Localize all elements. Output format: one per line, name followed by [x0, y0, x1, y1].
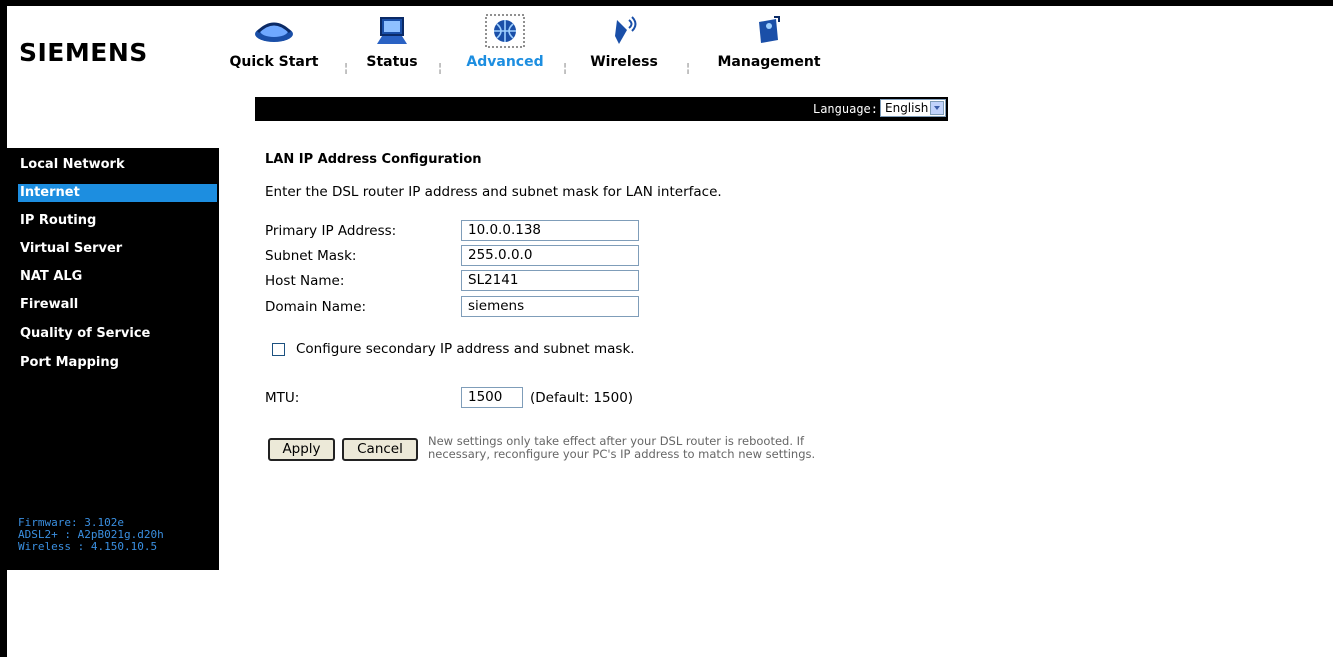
sidebar-item-local-network[interactable]: Local Network [18, 156, 217, 174]
primary-ip-input[interactable]: 10.0.0.138 [461, 220, 639, 241]
mtu-default-text: (Default: 1500) [530, 390, 634, 406]
mtu-label: MTU: [265, 390, 300, 406]
cancel-button[interactable]: Cancel [342, 438, 418, 461]
sidebar-item-port-mapping[interactable]: Port Mapping [18, 354, 217, 372]
language-value: English [885, 101, 929, 115]
secondary-ip-checkbox-label: Configure secondary IP address and subne… [296, 341, 635, 357]
sidebar-item-nat-alg[interactable]: NAT ALG [18, 268, 217, 286]
nav-separator: ¦ [563, 61, 568, 75]
advanced-globe-icon [485, 14, 525, 48]
mtu-input[interactable]: 1500 [461, 387, 523, 408]
nav-wireless[interactable]: Wireless [586, 14, 662, 70]
apply-button[interactable]: Apply [268, 438, 335, 461]
nav-advanced[interactable]: Advanced [460, 14, 550, 70]
wireless-version: Wireless : 4.150.10.5 [18, 540, 158, 553]
language-select[interactable]: English [880, 99, 946, 117]
status-monitor-icon [377, 17, 407, 44]
sidebar-item-internet[interactable]: Internet [18, 184, 217, 202]
nav-separator: ¦ [344, 61, 349, 75]
brand-logo: SIEMENS [19, 38, 148, 67]
management-icon [759, 16, 780, 43]
reboot-note: New settings only take effect after your… [428, 435, 948, 461]
chevron-down-icon[interactable] [930, 101, 944, 115]
domain-name-label: Domain Name: [265, 299, 367, 315]
language-label: Language: [812, 102, 878, 116]
firmware-info: Firmware: 3.102e ADSL2+ : A2pB021g.d20h … [18, 517, 164, 553]
subnet-mask-label: Subnet Mask: [265, 248, 357, 264]
nav-separator: ¦ [438, 61, 443, 75]
page-description: Enter the DSL router IP address and subn… [265, 184, 722, 200]
sidebar-item-virtual-server[interactable]: Virtual Server [18, 240, 217, 258]
window-top-border [0, 0, 1333, 6]
sidebar-item-firewall[interactable]: Firewall [18, 296, 217, 314]
sidebar-item-quality-of-service[interactable]: Quality of Service [18, 325, 217, 343]
reboot-note-line2: necessary, reconfigure your PC's IP addr… [428, 447, 816, 461]
quick-start-icon [255, 22, 293, 42]
subnet-mask-input[interactable]: 255.0.0.0 [461, 245, 639, 266]
host-name-input[interactable]: SL2141 [461, 270, 639, 291]
window-left-border [0, 0, 7, 657]
nav-status[interactable]: Status [362, 14, 422, 70]
domain-name-input[interactable]: siemens [461, 296, 639, 317]
nav-quick-start[interactable]: Quick Start [224, 14, 324, 70]
sidebar-item-ip-routing[interactable]: IP Routing [18, 212, 217, 230]
host-name-label: Host Name: [265, 273, 345, 289]
nav-separator: ¦ [686, 61, 691, 75]
secondary-ip-checkbox[interactable] [272, 343, 285, 356]
language-bar: Language: English [255, 97, 948, 121]
nav-management[interactable]: Management [711, 14, 827, 70]
page-title: LAN IP Address Configuration [265, 152, 482, 167]
primary-ip-label: Primary IP Address: [265, 223, 397, 239]
sidebar: Local Network Internet IP Routing Virtua… [7, 148, 219, 570]
wireless-icon [615, 16, 637, 44]
